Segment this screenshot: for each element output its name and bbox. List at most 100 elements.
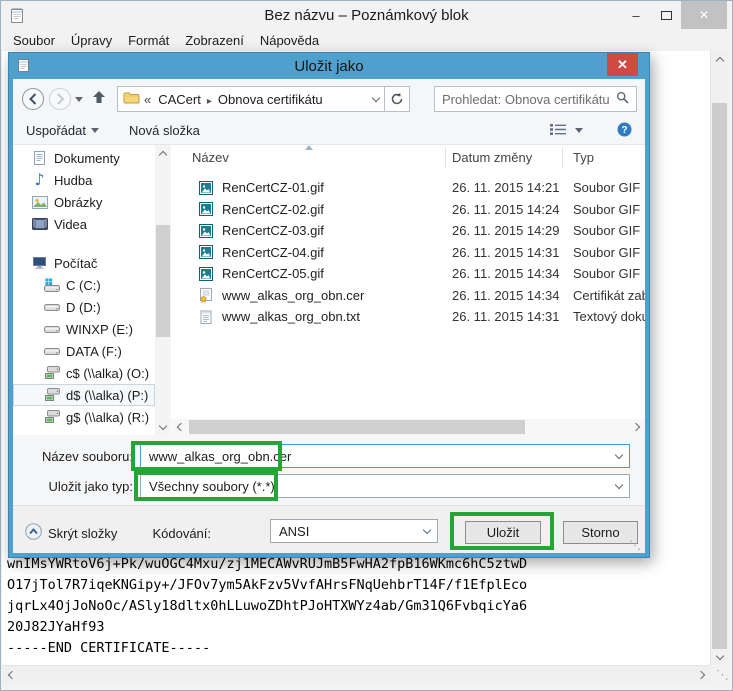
breadcrumb-cacert[interactable]: CACert (153, 92, 206, 107)
file-type: Soubor GIF (573, 202, 645, 217)
scroll-up-icon[interactable] (712, 51, 728, 67)
scroll-down-icon[interactable] (155, 419, 171, 435)
address-dropdown-icon[interactable] (373, 95, 379, 104)
dialog-body: « CACert▸Obnova certifikátu Prohledat: O… (13, 79, 645, 553)
column-name[interactable]: Název (171, 150, 452, 165)
cancel-button[interactable]: Storno (563, 521, 638, 544)
column-type[interactable]: Typ (573, 150, 594, 165)
recent-locations-dropdown-icon[interactable] (75, 97, 83, 102)
sidebar-item-c-c[interactable]: C (C:) (13, 274, 155, 296)
file-row-rencertcz-03-gif[interactable]: RenCertCZ-03.gif26. 11. 2015 14:29Soubor… (171, 220, 645, 242)
sidebar-item-hudba[interactable]: ♪Hudba (13, 169, 155, 191)
sidebar-item-data-f[interactable]: DATA (F:) (13, 340, 155, 362)
network-drive-icon (43, 410, 60, 424)
scroll-right-icon[interactable] (694, 667, 710, 683)
sidebar-item-d-d[interactable]: D (D:) (13, 296, 155, 318)
save-button[interactable]: Uložit (465, 521, 541, 544)
organize-button[interactable]: Uspořádat (26, 123, 99, 138)
sidebar-item-label: Obrázky (54, 195, 102, 210)
dialog-close-button[interactable]: ✕ (607, 53, 638, 76)
breadcrumb-overflow-chevron[interactable]: « (140, 92, 153, 107)
back-button[interactable] (21, 87, 45, 111)
search-placeholder: Prohledat: Obnova certifikátu (442, 92, 610, 107)
change-view-button[interactable] (550, 123, 567, 139)
scroll-left-icon[interactable] (171, 419, 187, 435)
sidebar-item-c-alka-o[interactable]: c$ (\\alka) (O:) (13, 362, 155, 384)
file-row-www-alkas-org-obn-cer[interactable]: www_alkas_org_obn.cer26. 11. 2015 14:34C… (171, 285, 645, 307)
sidebar-item-winxp-e[interactable]: WINXP (E:) (13, 318, 155, 340)
encoding-select[interactable]: ANSI (270, 519, 438, 543)
maximize-button[interactable] (651, 1, 681, 29)
encoding-dropdown-icon[interactable] (424, 527, 430, 536)
sidebar-item-label: WINXP (E:) (66, 322, 133, 337)
sidebar-scrollbar[interactable] (155, 145, 171, 435)
breadcrumb-obnova-certifik-tu[interactable]: Obnova certifikátu (213, 92, 328, 107)
file-row-rencertcz-05-gif[interactable]: RenCertCZ-05.gif26. 11. 2015 14:34Soubor… (171, 263, 645, 285)
editor-line: O17jTol7R7iqeKNGipy+/JFOv7ym5AkFzv5VvfAH… (7, 575, 527, 596)
scroll-up-icon[interactable] (155, 145, 171, 161)
editor-horizontal-scrollbar[interactable] (2, 665, 710, 683)
window-resize-grip[interactable]: ⋱ (716, 668, 729, 683)
drive-icon (43, 345, 60, 357)
save-as-type-select[interactable]: Všechny soubory (*.*) (140, 474, 630, 498)
up-one-level-button[interactable] (90, 88, 108, 111)
close-button[interactable]: ✕ (681, 1, 727, 29)
notepad-titlebar[interactable]: Bez názvu – Poznámkový blok – ✕ (1, 1, 732, 29)
hide-folders-button[interactable]: Skrýt složky (25, 523, 117, 543)
editor-vertical-scrollbar[interactable] (710, 51, 728, 665)
type-dropdown-icon[interactable] (616, 482, 622, 491)
search-input[interactable]: Prohledat: Obnova certifikátu (434, 86, 637, 112)
dialog-titlebar[interactable]: Uložit jako ✕ (9, 53, 649, 79)
minimize-button[interactable]: – (621, 1, 651, 29)
menu-pravy[interactable]: Úpravy (63, 33, 120, 48)
help-button[interactable]: ? (617, 122, 632, 140)
file-date-modified: 26. 11. 2015 14:31 (452, 309, 573, 324)
filename-dropdown-icon[interactable] (616, 452, 622, 461)
notepad-icon (10, 7, 24, 29)
sidebar-item-obr-zky[interactable]: Obrázky (13, 191, 155, 213)
hide-folders-label: Skrýt složky (48, 526, 117, 541)
sidebar-item-g-alka-r[interactable]: g$ (\\alka) (R:) (13, 406, 155, 428)
new-folder-button[interactable]: Nová složka (129, 123, 200, 138)
maximize-icon (661, 11, 672, 20)
scroll-left-icon[interactable] (2, 667, 18, 683)
address-bar[interactable]: « CACert▸Obnova certifikátu (117, 86, 385, 112)
file-row-rencertcz-04-gif[interactable]: RenCertCZ-04.gif26. 11. 2015 14:31Soubor… (171, 242, 645, 264)
organize-label: Uspořádat (26, 123, 86, 138)
sidebar-scroll-thumb[interactable] (156, 225, 170, 337)
menu-soubor[interactable]: Soubor (5, 33, 63, 48)
file-list: Název Datum změny Typ RenCertCZ-01.gif26… (171, 145, 645, 419)
filename-value: www_alkas_org_obn.cer (149, 449, 291, 464)
menu-form-t[interactable]: Formát (120, 33, 177, 48)
editor-line: 20J82JYaHf93 (7, 617, 527, 638)
horizontal-scroll-thumb[interactable] (189, 420, 525, 434)
sidebar-item-label: Hudba (54, 173, 92, 188)
column-date-modified[interactable]: Datum změny (452, 150, 573, 165)
file-row-rencertcz-02-gif[interactable]: RenCertCZ-02.gif26. 11. 2015 14:24Soubor… (171, 199, 645, 221)
filename-input[interactable]: www_alkas_org_obn.cer (140, 444, 630, 468)
file-name: RenCertCZ-02.gif (222, 202, 452, 217)
filename-row: Název souboru: www_alkas_org_obn.cer (13, 444, 645, 468)
sidebar-item-dokumenty[interactable]: Dokumenty (13, 147, 155, 169)
encoding-value: ANSI (279, 524, 309, 539)
vertical-scroll-thumb[interactable] (712, 103, 727, 649)
drive-icon (43, 301, 60, 313)
menu-zobrazen[interactable]: Zobrazení (177, 33, 252, 48)
menu-n-pov-da[interactable]: Nápověda (252, 33, 327, 48)
view-dropdown-icon[interactable] (575, 128, 583, 133)
file-list-horizontal-scrollbar[interactable] (171, 419, 645, 435)
network-drive-icon (43, 366, 60, 380)
scroll-right-icon[interactable] (629, 419, 645, 435)
scroll-down-icon[interactable] (712, 649, 728, 665)
navigation-pane: Dokumenty♪Hudba Obrázky Videa PočítačC (C:)… (13, 147, 155, 428)
dialog-resize-grip[interactable]: ⋱ (629, 538, 641, 552)
sidebar-item-d-alka-p[interactable]: d$ (\\alka) (P:) (13, 384, 155, 406)
sidebar-item-videa[interactable]: Videa (13, 213, 155, 235)
forward-button[interactable] (48, 87, 72, 111)
file-row-rencertcz-01-gif[interactable]: RenCertCZ-01.gif26. 11. 2015 14:21Soubor… (171, 177, 645, 199)
file-type: Soubor GIF (573, 223, 645, 238)
sidebar-item-label: g$ (\\alka) (R:) (66, 410, 149, 425)
refresh-button[interactable] (385, 86, 410, 112)
sidebar-item-po-ta[interactable]: Počítač (13, 252, 155, 274)
file-row-www-alkas-org-obn-txt[interactable]: www_alkas_org_obn.txt26. 11. 2015 14:31T… (171, 306, 645, 328)
